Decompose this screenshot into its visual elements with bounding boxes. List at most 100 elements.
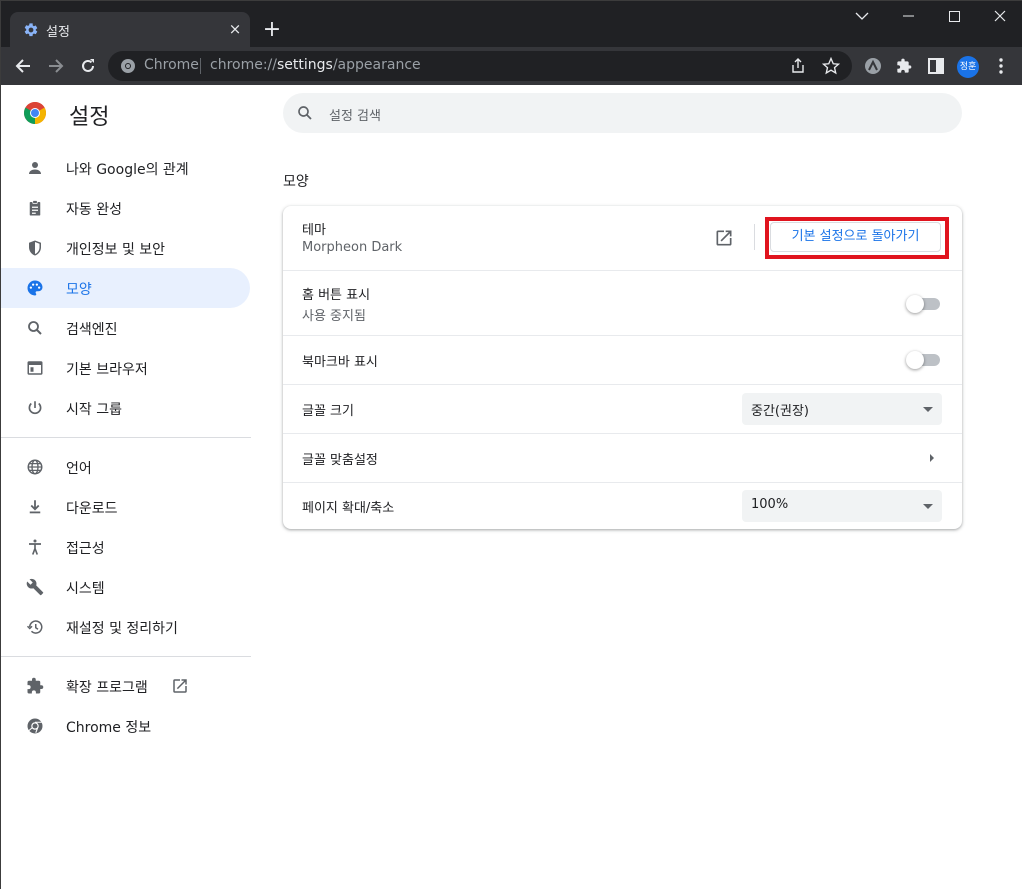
home-button-row[interactable]: 홈 버튼 표시 사용 중지됨 <box>283 270 962 335</box>
section-title: 모양 <box>283 174 309 190</box>
address-bar[interactable]: Chrome chrome://settings/appearance <box>108 51 852 81</box>
profile-avatar[interactable]: 정훈 <box>957 56 979 78</box>
sidebar-item-default-browser[interactable]: 기본 브라우저 <box>1 348 250 388</box>
page-zoom-label: 페이지 확대/축소 <box>302 501 395 516</box>
page-title: 설정 <box>69 105 110 130</box>
sidebar-item-on-startup[interactable]: 시작 그룹 <box>1 388 250 428</box>
reload-icon <box>82 59 94 72</box>
sidebar-item-label: 다운로드 <box>66 501 118 517</box>
shield-icon <box>25 238 45 258</box>
customize-fonts-label: 글꼴 맞춤설정 <box>302 453 378 468</box>
arrow-right-icon <box>49 59 64 73</box>
chrome-icon <box>121 59 135 73</box>
sidebar-item-accessibility[interactable]: 접근성 <box>1 527 250 567</box>
browser-icon <box>25 358 45 378</box>
share-icon[interactable] <box>790 58 806 74</box>
site-chip: Chrome <box>144 57 199 73</box>
close-window-button[interactable] <box>977 1 1022 31</box>
sidebar-item-label: 자동 완성 <box>66 202 122 218</box>
font-size-select[interactable]: 중간(권장) <box>742 393 942 425</box>
minimize-icon <box>902 15 914 17</box>
sidebar-item-label: 시작 그룹 <box>66 402 122 418</box>
palette-icon <box>25 278 45 298</box>
arrow-left-icon <box>15 59 30 73</box>
sidebar-item-label: 접근성 <box>66 541 105 557</box>
sidebar-item-extensions[interactable]: 확장 프로그램 <box>1 666 250 706</box>
back-button[interactable] <box>8 51 38 81</box>
home-button-toggle[interactable] <box>906 295 940 313</box>
sidebar-item-system[interactable]: 시스템 <box>1 567 250 607</box>
theme-row: 테마 Morpheon Dark 기본 설정으로 돌아가기 <box>283 206 962 270</box>
sidebar-nav: 나와 Google의 관계 자동 완성 개인정보 및 보안 모양 검색엔진 기본… <box>1 148 251 746</box>
minimize-button[interactable] <box>885 1 931 31</box>
page-zoom-value: 100% <box>751 497 789 512</box>
sidebar-item-label: 확장 프로그램 <box>66 680 148 696</box>
sidebar-item-privacy[interactable]: 개인정보 및 보안 <box>1 228 250 268</box>
sidebar-divider <box>1 437 251 438</box>
sidebar-item-reset[interactable]: 재설정 및 정리하기 <box>1 607 250 647</box>
sidebar-item-label: 기본 브라우저 <box>66 362 148 378</box>
bookmarks-bar-toggle[interactable] <box>906 351 940 369</box>
browser-window: 설정 × + Chrome chrome://settings/appearan… <box>0 0 1022 890</box>
extension-icon[interactable] <box>858 51 888 81</box>
menu-kebab-icon[interactable] <box>986 51 1016 81</box>
tab-search-button[interactable] <box>839 1 885 31</box>
bookmark-star-icon[interactable] <box>821 56 841 75</box>
history-icon <box>25 617 45 637</box>
download-icon <box>25 497 45 517</box>
person-icon <box>25 158 45 178</box>
sidebar-item-languages[interactable]: 언어 <box>1 447 250 487</box>
sidebar-item-label: 재설정 및 정리하기 <box>66 621 178 637</box>
highlight-box <box>765 217 949 259</box>
accessibility-icon <box>25 537 45 557</box>
search-placeholder: 설정 검색 <box>329 109 381 124</box>
sidebar-item-label: 개인정보 및 보안 <box>66 242 166 258</box>
page-zoom-select[interactable]: 100% <box>742 490 942 522</box>
search-icon <box>25 318 45 338</box>
sidebar-item-label: Chrome 정보 <box>66 720 152 736</box>
chevron-down-icon <box>855 12 869 20</box>
sidebar-item-appearance[interactable]: 모양 <box>1 268 250 308</box>
tab-title: 설정 <box>46 25 70 40</box>
maximize-icon <box>948 10 960 22</box>
new-tab-button[interactable]: + <box>259 17 285 43</box>
url-text: chrome://settings/appearance <box>210 57 421 73</box>
sidebar-item-autofill[interactable]: 자동 완성 <box>1 188 250 228</box>
maximize-button[interactable] <box>931 1 977 31</box>
settings-search-input[interactable]: 설정 검색 <box>283 93 962 133</box>
reload-button[interactable] <box>73 51 103 81</box>
bookmarks-bar-label: 북마크바 표시 <box>302 355 378 370</box>
clipboard-icon <box>25 198 45 218</box>
bookmarks-bar-row[interactable]: 북마크바 표시 <box>283 335 962 384</box>
close-icon <box>994 10 1006 22</box>
close-tab-icon[interactable]: × <box>226 20 244 38</box>
side-panel-icon[interactable] <box>921 51 951 81</box>
font-size-label: 글꼴 크기 <box>302 404 354 419</box>
theme-label: 테마 <box>302 223 326 238</box>
forward-button[interactable] <box>41 51 71 81</box>
globe-icon <box>25 457 45 477</box>
appearance-card: 테마 Morpheon Dark 기본 설정으로 돌아가기 홈 버튼 표시 사용… <box>283 206 962 529</box>
sidebar-item-label: 나와 Google의 관계 <box>66 162 189 178</box>
sidebar-item-you-and-google[interactable]: 나와 Google의 관계 <box>1 148 250 188</box>
tab-strip: 설정 × + <box>1 1 1022 47</box>
sidebar-item-downloads[interactable]: 다운로드 <box>1 487 250 527</box>
open-in-new-icon[interactable] <box>714 228 734 248</box>
extensions-puzzle-icon[interactable] <box>889 51 919 81</box>
sidebar-item-about-chrome[interactable]: Chrome 정보 <box>1 706 250 746</box>
sidebar-item-search-engine[interactable]: 검색엔진 <box>1 308 250 348</box>
chevron-right-icon <box>930 454 934 462</box>
chrome-logo-icon <box>24 102 46 124</box>
puzzle-icon <box>25 676 45 696</box>
dropdown-arrow-icon <box>923 407 933 412</box>
tab-settings[interactable]: 설정 × <box>10 12 250 47</box>
search-icon <box>298 106 312 120</box>
theme-divider <box>754 224 755 250</box>
customize-fonts-row[interactable]: 글꼴 맞춤설정 <box>283 433 962 482</box>
external-link-icon <box>171 677 189 695</box>
gear-icon <box>24 23 38 37</box>
browser-toolbar: Chrome chrome://settings/appearance 정훈 <box>1 47 1022 85</box>
font-size-value: 중간(권장) <box>751 404 809 419</box>
omnibox-divider <box>200 58 201 74</box>
dropdown-arrow-icon <box>923 504 933 509</box>
